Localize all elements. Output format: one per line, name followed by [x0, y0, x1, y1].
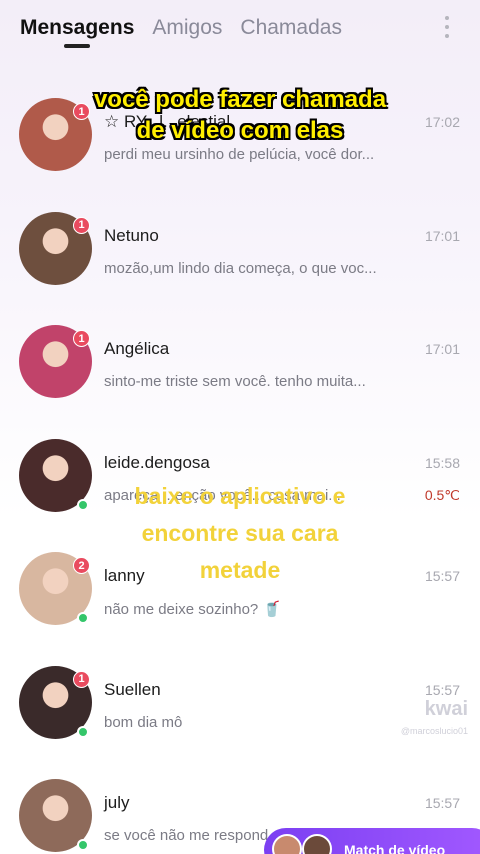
online-indicator: [77, 612, 89, 624]
watermark-handle: @marcoslucio01: [400, 726, 468, 736]
message-preview: sinto-me triste sem você. tenho muita...: [104, 373, 366, 390]
top-bar: Mensagens Amigos Chamadas: [0, 0, 480, 56]
kwai-watermark: kwai: [424, 698, 468, 720]
unread-badge: 1: [73, 330, 90, 347]
online-indicator: [77, 498, 89, 511]
unread-badge: 2: [73, 557, 90, 574]
online-indicator: [77, 839, 89, 851]
tab-chamadas[interactable]: Chamadas: [240, 16, 342, 40]
contact-name: leide.dengosa: [104, 452, 210, 472]
more-vertical-icon[interactable]: [444, 16, 450, 38]
message-preview: se você não me respond...: [104, 827, 281, 844]
message-time: 15:58: [424, 454, 460, 471]
message-time: 17:01: [424, 341, 460, 357]
avatar: [302, 834, 332, 854]
caption-line: metade: [199, 557, 281, 583]
message-preview: perdi meu ursinho de pelúcia, você dor..…: [104, 146, 375, 163]
caption-line: encontre sua cara: [141, 520, 339, 546]
contact-name: Netuno: [104, 225, 159, 245]
message-time: 15:57: [424, 681, 460, 698]
message-time: 17:01: [424, 227, 460, 244]
online-indicator: [77, 725, 89, 738]
match-video-label: Match de vídeo: [344, 842, 446, 854]
conversation-row[interactable]: 1 Angélica 17:01 sinto-me triste sem você. …: [0, 293, 480, 407]
match-video-button[interactable]: Match de vídeo: [264, 828, 480, 854]
video-caption-top: você pode fazer chamada de vídeo com ela…: [0, 84, 480, 146]
caption-line: baixe o aplicativo e: [134, 483, 346, 509]
message-preview: não me deixe sozinho? 🥤: [104, 601, 282, 618]
tab-amigos[interactable]: Amigos: [152, 16, 222, 40]
message-preview: bom dia mô: [104, 713, 183, 731]
contact-name: Angélica: [104, 339, 170, 358]
conversation-row[interactable]: 1 Netuno 17:01 mozão,um lindo dia começa, o…: [0, 180, 480, 294]
video-caption-middle: baixe o aplicativo e encontre sua cara m…: [90, 478, 390, 589]
contact-name: Suellen: [104, 679, 161, 699]
tab-mensagens[interactable]: Mensagens: [20, 16, 134, 48]
contact-name: july: [104, 793, 130, 812]
intimacy-temperature: 0.5℃: [424, 486, 460, 503]
caption-line: de vídeo com elas: [136, 117, 344, 144]
unread-badge: 1: [73, 670, 90, 688]
avatar: [272, 834, 302, 854]
unread-badge: 1: [73, 216, 90, 234]
message-time: 15:57: [424, 568, 460, 584]
caption-line: você pode fazer chamada: [93, 86, 387, 113]
message-time: 15:57: [424, 795, 460, 811]
message-preview: mozão,um lindo dia começa, o que voc...: [104, 259, 377, 277]
